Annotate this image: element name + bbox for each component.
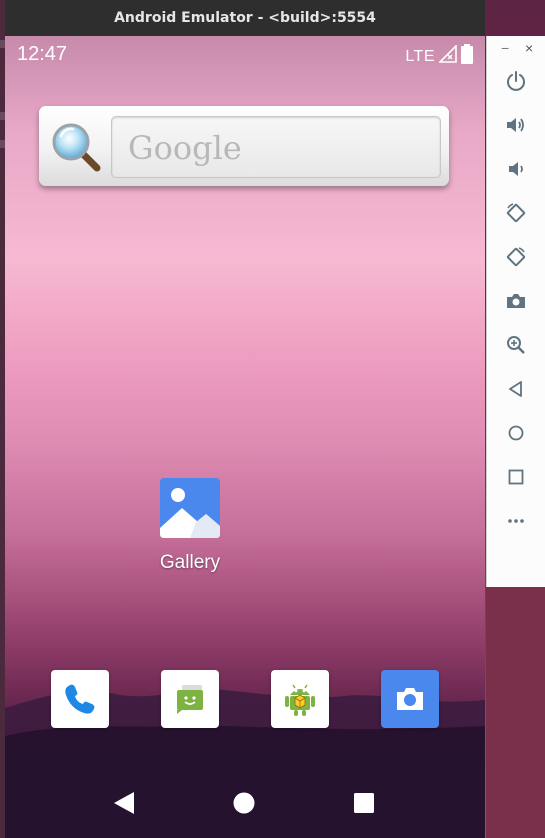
camera-icon [397, 688, 423, 710]
nav-back-button[interactable] [109, 788, 139, 818]
status-bar: 12:47 LTE [5, 36, 485, 72]
search-input[interactable]: Google [111, 116, 441, 178]
home-icon [233, 792, 255, 814]
camera-app[interactable] [381, 670, 439, 728]
volume-up-icon [507, 118, 524, 132]
zoom-button[interactable] [503, 332, 529, 358]
volume-down-button[interactable] [503, 156, 529, 182]
close-button[interactable]: × [525, 40, 533, 56]
messages-icon [177, 685, 203, 714]
emulator-window: Android Emulator - <build>:5554 12:47 LT… [5, 0, 485, 838]
google-logo: Google [128, 129, 242, 167]
screenshot-button[interactable] [503, 288, 529, 314]
back-icon [509, 381, 522, 397]
minimize-button[interactable]: − [501, 40, 509, 56]
magnifier-icon [52, 123, 101, 172]
android-icon [285, 684, 315, 716]
home-button[interactable] [503, 420, 529, 446]
phone-icon [65, 684, 95, 714]
volume-down-icon [509, 162, 523, 176]
device-screen[interactable]: 12:47 LTE Google Gallery [5, 36, 485, 838]
extended-controls-panel: − × [486, 36, 545, 587]
overview-icon [508, 469, 524, 485]
more-icon [508, 519, 524, 523]
messages-app[interactable] [161, 670, 219, 728]
power-button[interactable] [503, 68, 529, 94]
nav-recents-button[interactable] [349, 788, 379, 818]
back-icon [114, 792, 134, 814]
recents-icon [354, 793, 374, 813]
zoom-icon [507, 336, 525, 354]
phone-app[interactable] [51, 670, 109, 728]
volume-up-button[interactable] [503, 112, 529, 138]
rotate-right-button[interactable] [503, 244, 529, 270]
screenshot-icon [507, 294, 525, 308]
gallery-app[interactable]: Gallery [145, 478, 235, 574]
back-button[interactable] [503, 376, 529, 402]
desktop-background [486, 587, 545, 838]
home-icon [508, 425, 524, 441]
android-app[interactable] [271, 670, 329, 728]
network-type: LTE [405, 47, 435, 65]
rotate-left-button[interactable] [503, 200, 529, 226]
more-button[interactable] [503, 508, 529, 534]
window-title: Android Emulator - <build>:5554 [5, 0, 485, 36]
signal-icon [438, 44, 457, 68]
google-search-widget[interactable]: Google [39, 106, 449, 186]
rotate-right-icon [506, 247, 526, 267]
battery-icon [461, 44, 473, 69]
clock: 12:47 [17, 43, 68, 65]
overview-button[interactable] [503, 464, 529, 490]
power-icon [507, 71, 525, 91]
rotate-left-icon [506, 203, 526, 223]
gallery-label: Gallery [159, 552, 221, 573]
gallery-icon [160, 478, 220, 538]
nav-home-button[interactable] [229, 788, 259, 818]
